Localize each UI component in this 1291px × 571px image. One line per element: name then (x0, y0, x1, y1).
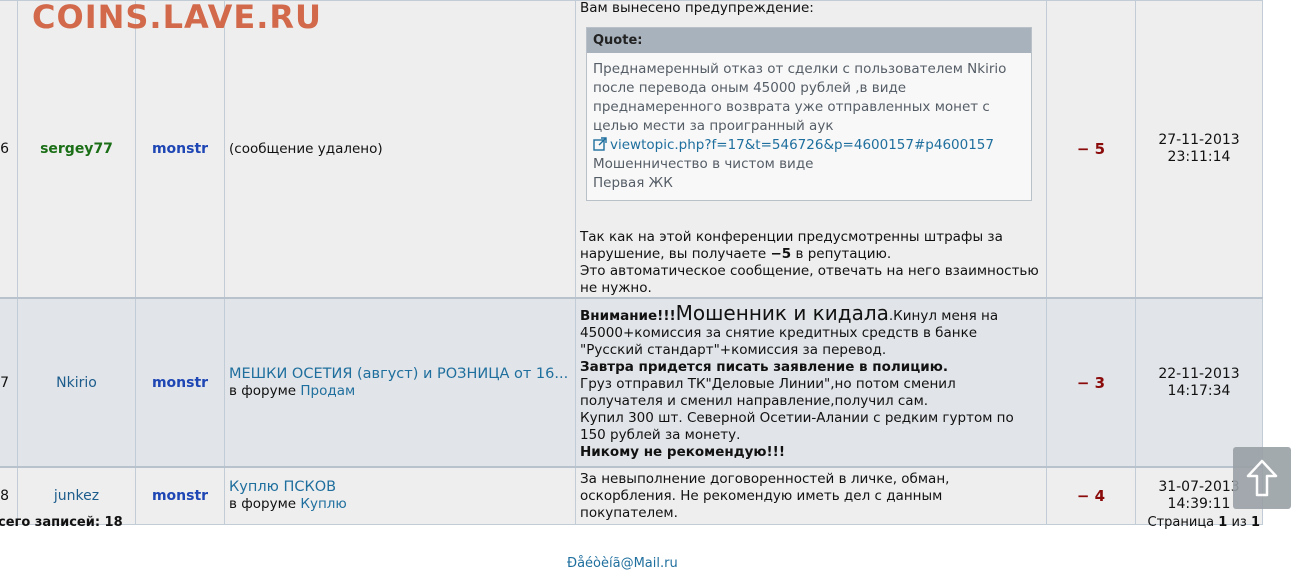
message-bold-line: Завтра придется писать заявление в полиц… (580, 358, 948, 375)
forum-prefix: в форуме (229, 382, 301, 399)
topic-cell: (сообщение удалено) (224, 0, 576, 299)
forum-prefix: в форуме (229, 496, 301, 512)
site-watermark: COINS.LAVE.RU (32, 0, 322, 36)
reputation-points: − 4 (1046, 466, 1136, 525)
from-user-link[interactable]: sergey77 (17, 0, 136, 299)
rating-counter-link[interactable]: Ðåéòèíã@Mail.ru (567, 556, 678, 571)
to-user-link[interactable]: monstr (135, 466, 225, 525)
message-cell: Вам вынесено предупреждение: Quote: Пред… (575, 0, 1047, 299)
quote-text-3: Первая ЖК (593, 175, 673, 191)
message-text: Внимание!!!Мошенник и кидала.Кинул меня … (580, 300, 999, 358)
to-user-link[interactable]: monstr (135, 297, 225, 468)
table-row: 7 Nkirio monstr МЕШКИ ОСЕТИЯ (август) и … (0, 297, 1263, 468)
topic-deleted-text: (сообщение удалено) (229, 140, 383, 157)
message-cell: Внимание!!!Мошенник и кидала.Кинул меня … (575, 297, 1047, 468)
quote-link-line: viewtopic.php?f=17&t=546726&p=4600157#p4… (593, 136, 1025, 155)
to-user-link[interactable]: monstr (135, 0, 225, 299)
forum-link[interactable]: Продам (300, 383, 355, 399)
reputation-table: 6 sergey77 monstr (сообщение удалено) Ва… (0, 0, 1263, 525)
message-intro: Вам вынесено предупреждение: (580, 0, 814, 16)
quote-text-2: Мошенничество в чистом виде (593, 156, 814, 172)
external-link-icon (593, 137, 607, 151)
message-bold-line: Никому не рекомендую!!! (580, 443, 785, 460)
quote-block: Quote: Преднамеренный отказ от сделки с … (586, 27, 1032, 201)
message-cell: За невыполнение договоренностей в личке,… (575, 466, 1047, 525)
message-text: За невыполнение договоренностей в личке,… (580, 470, 950, 521)
from-user-link[interactable]: Nkirio (17, 297, 136, 468)
row-number: 6 (0, 0, 18, 299)
message-line: Купил 300 шт. Северной Осетии-Алании с р… (580, 409, 1014, 443)
arrow-up-icon (1246, 459, 1278, 497)
message-line: Груз отправил ТК"Деловые Линии",но потом… (580, 375, 956, 409)
message-outro: Так как на этой конференции предусмотрен… (580, 229, 1003, 262)
topic-cell: Куплю ПСКОВ в форуме Куплю (224, 466, 576, 525)
date-cell: 27-11-2013 23:11:14 (1135, 0, 1263, 299)
table-row: 8 junkez monstr Куплю ПСКОВ в форуме Куп… (0, 466, 1263, 525)
quote-link[interactable]: viewtopic.php?f=17&t=546726&p=4600157#p4… (610, 137, 994, 153)
message-auto-note: Это автоматическое сообщение, отвечать н… (580, 263, 1039, 296)
pagination-info: Страница 1 из 1 (1147, 515, 1261, 530)
table-row: 6 sergey77 monstr (сообщение удалено) Ва… (0, 0, 1263, 299)
scroll-to-top-button[interactable] (1233, 447, 1291, 509)
topic-link[interactable]: Куплю ПСКОВ (229, 479, 336, 495)
reputation-points: − 5 (1046, 0, 1136, 299)
date-cell: 22-11-2013 14:17:34 (1135, 297, 1263, 468)
row-number: 7 (0, 297, 18, 468)
topic-cell: МЕШКИ ОСЕТИЯ (август) и РОЗНИЦА от 16...… (224, 297, 576, 468)
quote-text: Преднамеренный отказ от сделки с пользов… (593, 61, 1007, 134)
quote-label: Quote: (587, 28, 1031, 53)
total-records: сего записей: 18 (0, 515, 123, 530)
topic-link[interactable]: МЕШКИ ОСЕТИЯ (август) и РОЗНИЦА от 16... (229, 366, 568, 382)
forum-link[interactable]: Куплю (300, 496, 346, 512)
quote-body: Преднамеренный отказ от сделки с пользов… (587, 53, 1031, 200)
reputation-points: − 3 (1046, 297, 1136, 468)
